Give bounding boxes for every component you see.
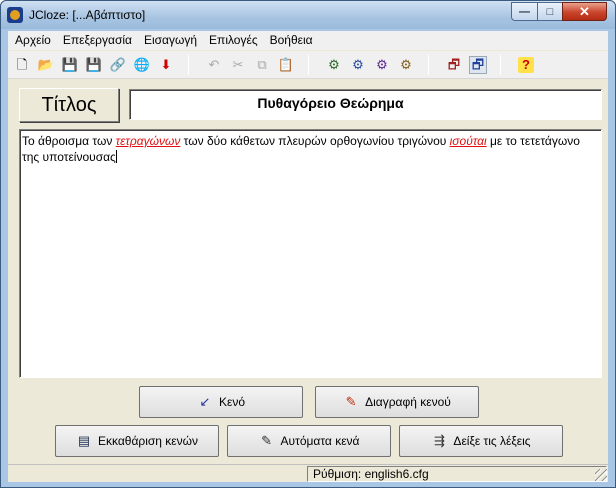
auto-gaps-button[interactable]: ✎ Αυτόματα κενά: [227, 425, 391, 457]
view-one-icon[interactable]: 🗗: [446, 57, 462, 73]
gap-word: ισούται: [449, 134, 487, 148]
export-icon[interactable]: 🔗: [110, 57, 126, 73]
toolbar-separator: [308, 55, 309, 75]
clear-list-icon: ▤: [77, 433, 91, 448]
client-area: Αρχείο Επεξεργασία Εισαγωγή Επιλογές Βοή…: [8, 31, 608, 482]
save-icon[interactable]: 💾: [62, 57, 78, 73]
app-window: JCloze: [...Αβάπτιστο] — □ ✕ Αρχείο Επεξ…: [0, 0, 616, 488]
clear-gaps-button[interactable]: ▤ Εκκαθάριση κενών: [55, 425, 219, 457]
gap-button[interactable]: ↙ Κενό: [139, 386, 303, 418]
magic-pen-icon: ✎: [261, 433, 272, 448]
show-words-icon: ⇶: [433, 433, 445, 448]
new-file-icon[interactable]: 🗋: [14, 57, 30, 73]
save-as-icon[interactable]: 💾: [86, 57, 102, 73]
toolbar: 🗋 📂 💾 💾 🔗 🌐 ⬇ ↶ ✂ ⧉ 📋 ⚙ ⚙ ⚙ ⚙ 🗗 🗗 ?: [8, 51, 608, 79]
editor-text: Το άθροισμα των: [22, 134, 116, 148]
title-input[interactable]: Πυθαγόρειο Θεώρημα: [129, 89, 602, 120]
config-three-icon[interactable]: ⚙: [374, 57, 390, 73]
text-editor[interactable]: Το άθροισμα των τετραγώνων των δύο κάθετ…: [19, 129, 602, 378]
toolbar-separator: [188, 55, 189, 75]
text-caret: [115, 150, 117, 163]
view-two-icon[interactable]: 🗗: [469, 56, 487, 74]
paste-icon[interactable]: 📋: [278, 57, 294, 73]
gap-word: τετραγώνων: [115, 134, 181, 148]
copy-icon[interactable]: ⧉: [254, 57, 270, 73]
config-two-icon[interactable]: ⚙: [350, 57, 366, 73]
toolbar-separator: [500, 55, 501, 75]
show-words-button-label: Δείξε τις λέξεις: [453, 434, 531, 448]
red-down-arrow-icon[interactable]: ⬇: [158, 57, 174, 73]
auto-gaps-button-label: Αυτόματα κενά: [280, 434, 360, 448]
show-words-button[interactable]: ⇶ Δείξε τις λέξεις: [399, 425, 563, 457]
delete-gap-button[interactable]: ✎ Διαγραφή κενού: [315, 386, 479, 418]
close-button[interactable]: ✕: [562, 2, 607, 21]
window-title: JCloze: [...Αβάπτιστο]: [29, 8, 146, 22]
menu-file[interactable]: Αρχείο: [8, 31, 57, 50]
status-config: Ρύθμιση: english6.cfg: [307, 466, 607, 482]
title-bar[interactable]: JCloze: [...Αβάπτιστο] — □ ✕: [1, 1, 615, 29]
menu-help[interactable]: Βοήθεια: [264, 31, 319, 50]
minimize-button[interactable]: —: [511, 2, 538, 21]
cut-icon[interactable]: ✂: [230, 57, 246, 73]
status-bar: Ρύθμιση: english6.cfg: [8, 464, 608, 482]
maximize-button[interactable]: □: [537, 2, 563, 21]
resize-grip[interactable]: [595, 469, 607, 481]
gap-button-label: Κενό: [218, 395, 246, 409]
menu-insert[interactable]: Εισαγωγή: [138, 31, 203, 50]
title-button[interactable]: Τίτλος: [19, 88, 119, 122]
web-export-icon[interactable]: 🌐: [134, 57, 150, 73]
gap-arrow-icon: ↙: [199, 394, 211, 409]
clear-gaps-button-label: Εκκαθάριση κενών: [97, 434, 199, 448]
toolbar-separator: [428, 55, 429, 75]
eraser-pen-icon: ✎: [345, 394, 357, 409]
config-four-icon[interactable]: ⚙: [398, 57, 414, 73]
editor-text: των δύο κάθετων πλευρών ορθογωνίου τριγώ…: [180, 134, 450, 148]
config-one-icon[interactable]: ⚙: [326, 57, 342, 73]
open-folder-icon[interactable]: 📂: [38, 57, 54, 73]
menu-bar: Αρχείο Επεξεργασία Εισαγωγή Επιλογές Βοή…: [8, 31, 608, 50]
jcloze-app-icon[interactable]: [7, 7, 23, 23]
menu-edit[interactable]: Επεξεργασία: [57, 31, 138, 50]
delete-gap-button-label: Διαγραφή κενού: [365, 395, 451, 409]
help-icon[interactable]: ?: [518, 57, 534, 73]
undo-icon[interactable]: ↶: [206, 57, 222, 73]
menu-options[interactable]: Επιλογές: [203, 31, 264, 50]
